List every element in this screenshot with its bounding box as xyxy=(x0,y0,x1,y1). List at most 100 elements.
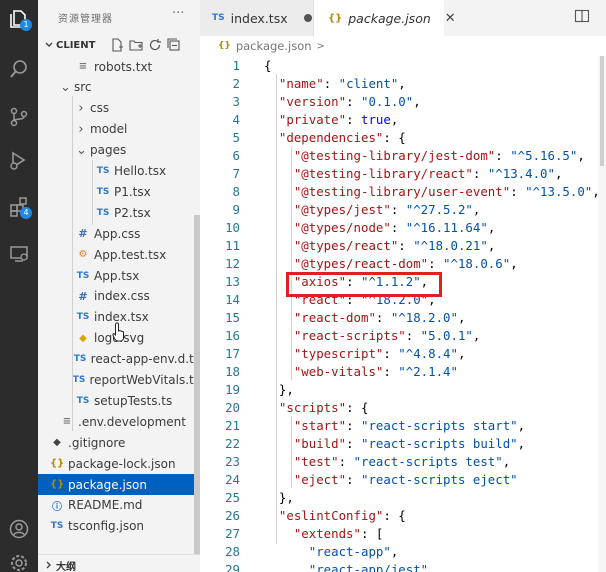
code-line[interactable]: 11 "@types/react": "^18.0.21", xyxy=(200,237,606,255)
explorer-icon[interactable]: 1 xyxy=(0,2,38,36)
tab-index-tsx[interactable]: TS index.tsx xyxy=(200,0,314,36)
tree-item-readme-md[interactable]: ⓘ README.md xyxy=(38,495,200,516)
editor-tab-bar: TS index.tsx {} package.json ✕ xyxy=(200,0,606,36)
tree-item-p2-tsx[interactable]: TS P2.tsx xyxy=(38,202,200,223)
code-line[interactable]: 27 "extends": [ xyxy=(200,525,606,543)
new-folder-icon[interactable] xyxy=(129,38,143,52)
code-line[interactable]: 3 "version": "0.1.0", xyxy=(200,93,606,111)
remote-explorer-icon[interactable] xyxy=(0,237,38,271)
code-line[interactable]: 2 "name": "client", xyxy=(200,75,606,93)
tree-item--gitignore[interactable]: ◆ .gitignore xyxy=(38,432,200,453)
code-line[interactable]: 19 }, xyxy=(200,381,606,399)
tree-item-label: reportWebVitals.ts xyxy=(89,373,200,387)
tree-item-setuptests-ts[interactable]: TS setupTests.ts xyxy=(38,390,200,411)
tree-item-index-css[interactable]: # index.css xyxy=(38,286,200,307)
line-content: "react-app", xyxy=(308,544,399,559)
tree-item-css[interactable]: › css xyxy=(38,98,200,119)
line-number: 6 xyxy=(232,148,240,163)
line-number: 25 xyxy=(225,490,240,505)
code-line[interactable]: 6 "@testing-library/jest-dom": "^5.16.5"… xyxy=(200,147,606,165)
workspace-section-header[interactable]: CLIENT xyxy=(38,36,200,56)
tree-item-label: react-app-env.d.ts xyxy=(90,352,200,367)
tree-item-reportwebvitals-ts[interactable]: TS reportWebVitals.ts xyxy=(38,370,200,391)
tree-item-src[interactable]: ⌄ src xyxy=(38,77,200,98)
code-editor[interactable]: 1{2 "name": "client", 3 "version": "0.1.0… xyxy=(200,56,606,572)
chevron-down-icon[interactable]: ⌄ xyxy=(76,143,87,158)
tree-item-package-json[interactable]: {} package.json xyxy=(38,474,200,495)
code-line[interactable]: 28 "react-app", xyxy=(200,543,606,561)
tree-item-robots-txt[interactable]: ≡ robots.txt xyxy=(38,56,200,77)
split-editor-icon[interactable] xyxy=(574,8,590,27)
line-number: 22 xyxy=(225,436,240,451)
code-line[interactable]: 1{ xyxy=(200,57,606,75)
search-icon[interactable] xyxy=(0,52,38,86)
code-line[interactable]: 10 "@types/node": "^16.11.64", xyxy=(200,219,606,237)
tree-item-app-css[interactable]: # App.css xyxy=(38,223,200,244)
css-file-icon: # xyxy=(78,289,88,303)
collapse-all-icon[interactable] xyxy=(167,38,181,52)
line-content: "name": "client", xyxy=(278,76,406,91)
tree-item-react-app-env-d-ts[interactable]: TS react-app-env.d.ts xyxy=(38,349,200,370)
code-line[interactable]: 16 "react-scripts": "5.0.1", xyxy=(200,327,606,345)
chevron-right-icon[interactable]: › xyxy=(76,101,86,116)
code-line[interactable]: 21 "start": "react-scripts start", xyxy=(200,417,606,435)
outline-section-header[interactable]: 大纲 xyxy=(38,554,200,572)
line-number: 24 xyxy=(225,472,240,487)
line-content: "@testing-library/user-event": "^13.5.0"… xyxy=(293,184,600,199)
code-line[interactable]: 22 "build": "react-scripts build", xyxy=(200,435,606,453)
code-line[interactable]: 17 "typescript": "^4.8.4", xyxy=(200,345,606,363)
line-content: "private": true, xyxy=(278,112,399,127)
code-line[interactable]: 24 "eject": "react-scripts eject" xyxy=(200,471,606,489)
code-line[interactable]: 4 "private": true, xyxy=(200,111,606,129)
new-file-icon[interactable] xyxy=(110,38,124,52)
code-line[interactable]: 25 }, xyxy=(200,489,606,507)
code-line[interactable]: 26 "eslintConfig": { xyxy=(200,507,606,525)
settings-gear-icon[interactable] xyxy=(0,546,38,572)
close-icon[interactable]: ✕ xyxy=(445,11,456,26)
line-number: 1 xyxy=(232,58,240,73)
code-line[interactable]: 7 "@testing-library/react": "^13.4.0", xyxy=(200,165,606,183)
line-number: 2 xyxy=(232,76,240,91)
svg-file-icon: ◆ xyxy=(79,332,87,344)
tree-item-app-tsx[interactable]: TS App.tsx xyxy=(38,265,200,286)
source-control-icon[interactable] xyxy=(0,100,38,134)
tree-item-label: Hello.tsx xyxy=(114,164,167,178)
account-icon[interactable] xyxy=(0,512,38,546)
tree-item-label: package-lock.json xyxy=(68,456,176,471)
tree-item-package-lock-json[interactable]: {} package-lock.json xyxy=(38,453,200,474)
tree-item-hello-tsx[interactable]: TS Hello.tsx xyxy=(38,161,200,182)
refresh-icon[interactable] xyxy=(148,38,162,52)
minimap-slider[interactable] xyxy=(600,56,604,166)
line-number: 5 xyxy=(232,130,240,145)
extensions-icon[interactable]: 4 xyxy=(0,190,38,224)
run-debug-icon[interactable] xyxy=(0,143,38,177)
tab-package-json[interactable]: {} package.json ✕ xyxy=(314,0,456,36)
line-number: 20 xyxy=(225,400,240,415)
tree-item-pages[interactable]: ⌄ pages xyxy=(38,140,200,161)
tree-item-app-test-tsx[interactable]: ⚙ App.test.tsx xyxy=(38,244,200,265)
code-line[interactable]: 12 "@types/react-dom": "^18.0.6", xyxy=(200,255,606,273)
code-line[interactable]: 18 "web-vitals": "^2.1.4" xyxy=(200,363,606,381)
code-line[interactable]: 5 "dependencies": { xyxy=(200,129,606,147)
tree-item-model[interactable]: › model xyxy=(38,119,200,140)
line-content: "extends": [ xyxy=(293,526,384,541)
code-line[interactable]: 20 "scripts": { xyxy=(200,399,606,417)
breadcrumb-file[interactable]: package.json xyxy=(236,39,312,53)
tree-item-tsconfig-json[interactable]: TS tsconfig.json xyxy=(38,516,200,537)
more-actions-button[interactable]: ··· xyxy=(172,6,184,21)
line-number: 10 xyxy=(225,220,240,235)
chevron-right-icon[interactable]: › xyxy=(76,122,86,137)
code-line[interactable]: 15 "react-dom": "^18.2.0", xyxy=(200,309,606,327)
line-number: 19 xyxy=(225,382,240,397)
line-content: "react-scripts": "5.0.1", xyxy=(293,328,481,343)
code-line[interactable]: 29 "react-app/jest" xyxy=(200,561,606,572)
unsaved-dot-icon[interactable] xyxy=(303,14,312,22)
code-line[interactable]: 23 "test": "react-scripts test", xyxy=(200,453,606,471)
code-line[interactable]: 8 "@testing-library/user-event": "^13.5.… xyxy=(200,183,606,201)
chevron-down-icon[interactable]: ⌄ xyxy=(60,80,71,95)
extensions-badge: 4 xyxy=(20,207,32,219)
tree-item--env-development[interactable]: ≡ .env.development xyxy=(38,411,200,432)
code-line[interactable]: 9 "@types/jest": "^27.5.2", xyxy=(200,201,606,219)
tree-item-p1-tsx[interactable]: TS P1.tsx xyxy=(38,181,200,202)
line-number: 16 xyxy=(225,328,240,343)
